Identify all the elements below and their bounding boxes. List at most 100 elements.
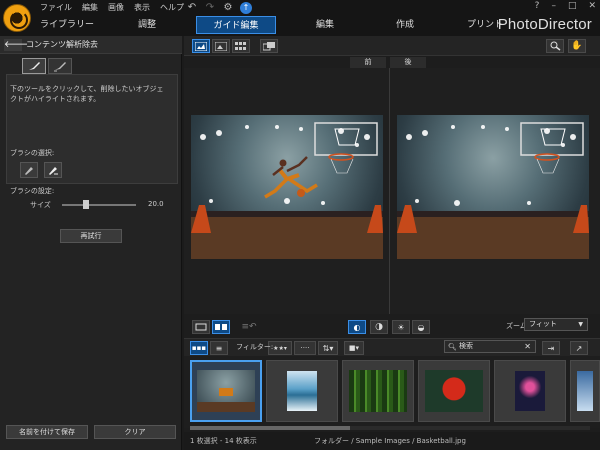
mask-icon: ◒ (417, 322, 425, 332)
sort-icon: ⇅▾ (322, 343, 334, 353)
thumbnail-item[interactable] (494, 360, 566, 422)
tab-adjust[interactable]: 調整 (116, 16, 178, 34)
pan-tool-button[interactable]: ✋ (568, 39, 586, 53)
filmstrip (184, 356, 600, 428)
stars-filter-icon: ★★▾ (273, 344, 287, 352)
menu-edit[interactable]: 編集 (82, 2, 98, 15)
minimize-icon[interactable]: – (551, 1, 556, 11)
menu-help[interactable]: ヘルプ (160, 2, 184, 15)
menu-image[interactable]: 画像 (108, 2, 124, 15)
filter-label: フィルター: (236, 343, 274, 351)
back-arrow-icon[interactable]: 🡐 (4, 39, 28, 51)
window-controls: ? – □ ✕ (535, 1, 596, 11)
brush-add-button[interactable] (20, 162, 38, 178)
clear-button[interactable]: クリア (94, 425, 176, 439)
brush-select-label: ブラシの選択: (10, 149, 55, 157)
brush-settings-label: ブラシの設定: (10, 187, 55, 195)
thumbnail-image (515, 371, 545, 411)
mask-view-button[interactable]: ◒ (412, 320, 430, 334)
tab-brush-tool[interactable] (22, 58, 46, 74)
thumbnail-image (425, 370, 483, 412)
thumbnail-item[interactable] (266, 360, 338, 422)
brush-icon (29, 62, 40, 70)
color-label-filter-button[interactable]: ■▾ (344, 341, 364, 355)
view-single-button[interactable] (212, 39, 230, 53)
single-view-button[interactable] (192, 320, 210, 334)
retry-button[interactable]: 再試行 (60, 229, 122, 243)
help-icon[interactable]: ? (535, 1, 540, 11)
selection-status: 1 枚選択 - 14 枚表示 (190, 437, 257, 445)
reset-button[interactable]: ≡↶ (240, 320, 258, 334)
histogram-photo-icon (195, 41, 207, 51)
search-icon: 🔍︎ (448, 343, 457, 351)
list-view-icon: ≡ (215, 343, 223, 353)
clear-search-icon[interactable]: ✕ (524, 341, 531, 352)
brightness-button[interactable]: ☀ (392, 320, 410, 334)
tool-tabs (22, 58, 72, 74)
status-bar: 1 枚選択 - 14 枚表示 フォルダー / Sample Images / B… (184, 432, 600, 450)
search-placeholder: 検索 (459, 342, 473, 350)
mode-tabs: ライブラリー 調整 ガイド編集 編集 作成 プリント (36, 16, 516, 34)
thumbnail-item[interactable] (418, 360, 490, 422)
import-button[interactable]: ⇥ (542, 341, 560, 355)
tab-guided-edit[interactable]: ガイド編集 (196, 16, 276, 34)
after-photo (397, 115, 589, 259)
title-bar: ファイル 編集 画像 表示 ヘルプ ↶ ↷ ⚙ ↑ ? – □ ✕ ライブラリー… (0, 0, 600, 36)
settings-gear-icon[interactable]: ⚙ (222, 2, 234, 14)
magnifier-icon (550, 41, 561, 51)
tab-create[interactable]: 作成 (374, 16, 436, 34)
sort-button[interactable]: ⇅▾ (318, 341, 338, 355)
export-button[interactable]: ↗ (570, 341, 588, 355)
thumbnail-item[interactable] (570, 360, 600, 422)
tab-eraser-tool[interactable] (48, 58, 72, 74)
undo-icon[interactable]: ↶ (186, 2, 198, 14)
thumbnail-item[interactable] (342, 360, 414, 422)
maximize-icon[interactable]: □ (568, 1, 577, 11)
before-photo (191, 115, 383, 259)
search-input[interactable]: 🔍︎ 検索 ✕ (444, 340, 536, 353)
photo-compare-area (184, 68, 600, 314)
menu-view[interactable]: 表示 (134, 2, 150, 15)
app-logo-icon[interactable] (3, 4, 31, 32)
brush-subtract-button[interactable] (44, 162, 62, 178)
thumbnail-view-icon: ▪▪▪ (191, 344, 207, 352)
compare-divider (389, 68, 390, 314)
history-controls: ↶ ↷ ⚙ ↑ (186, 2, 252, 14)
grid-icon (235, 41, 246, 50)
list-view-button[interactable]: ≡ (210, 341, 228, 355)
compare-toggle-button[interactable]: ◐ (348, 320, 366, 334)
thumbnail-image (287, 371, 317, 411)
save-as-button[interactable]: 名前を付けて保存 (6, 425, 88, 439)
thumbnail-view-button[interactable]: ▪▪▪ (190, 341, 208, 355)
second-display-button[interactable] (260, 39, 278, 53)
update-notice-icon[interactable]: ↑ (240, 2, 252, 14)
view-histogram-button[interactable] (192, 39, 210, 53)
panel-footer: 名前を付けて保存 クリア (0, 425, 182, 443)
flag-filter-button[interactable]: ···· (294, 341, 316, 355)
redo-icon[interactable]: ↷ (204, 2, 216, 14)
brand-title: PhotoDirector (497, 16, 592, 33)
hand-icon: ✋ (571, 41, 583, 51)
photodirector-window: ファイル 編集 画像 表示 ヘルプ ↶ ↷ ⚙ ↑ ? – □ ✕ ライブラリー… (0, 0, 600, 450)
compare-icon: ◐ (353, 322, 361, 332)
close-icon[interactable]: ✕ (588, 1, 596, 11)
zoom-select[interactable]: フィット ▼ (524, 318, 588, 331)
thumbnail-item[interactable] (190, 360, 262, 422)
tab-edit[interactable]: 編集 (294, 16, 356, 34)
view-grid-button[interactable] (232, 39, 250, 53)
single-view-icon (195, 323, 207, 331)
side-by-side-button[interactable] (212, 320, 230, 334)
size-slider-handle[interactable] (82, 200, 89, 209)
filmstrip-scrollbar[interactable] (190, 426, 590, 430)
menu-file[interactable]: ファイル (40, 2, 72, 15)
size-slider-track[interactable] (62, 204, 136, 206)
menu-bar: ファイル 編集 画像 表示 ヘルプ (40, 2, 184, 15)
scrollbar-thumb[interactable] (190, 426, 350, 430)
export-icon: ↗ (575, 343, 583, 353)
size-label: サイズ (30, 201, 51, 209)
zoom-tool-button[interactable] (546, 39, 564, 53)
contrast-button[interactable]: ◑ (370, 320, 388, 334)
eraser-brush-icon (54, 62, 66, 72)
tab-library[interactable]: ライブラリー (36, 16, 98, 34)
panel-title: コンテンツ解析除去 (26, 40, 98, 49)
